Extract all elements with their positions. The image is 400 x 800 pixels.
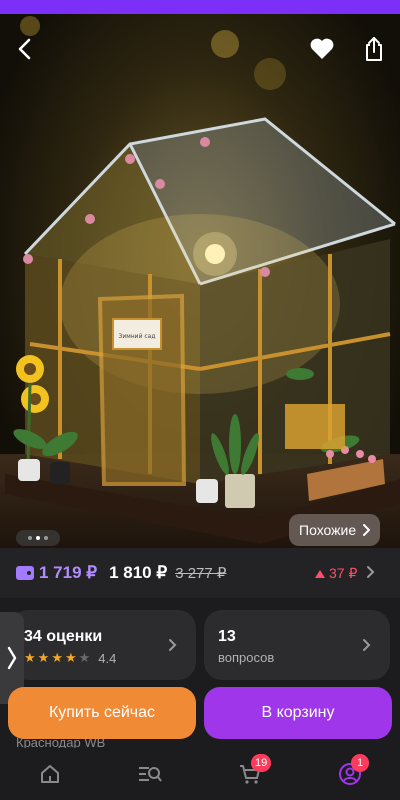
image-pagination[interactable]	[16, 530, 60, 546]
price-change-value: 37 ₽	[329, 565, 358, 581]
status-strip	[0, 0, 400, 14]
chevron-right-icon	[169, 639, 177, 651]
chevron-right-icon	[363, 524, 371, 536]
star-icon: ★	[64, 650, 77, 665]
nav-profile[interactable]: 1	[337, 754, 369, 786]
basket-badge: 19	[251, 754, 272, 772]
price-change: 37 ₽	[315, 565, 357, 582]
chevron-right-icon	[367, 566, 375, 578]
reviews-card[interactable]: 34 оценки ★ ★ ★ ★ ★ 4.4	[10, 610, 196, 680]
star-icon: ★	[37, 650, 50, 665]
price-bar[interactable]: 1 719 ₽ 1 810 ₽ 3 277 ₽ 37 ₽	[0, 548, 400, 598]
profile-badge: 1	[351, 754, 369, 772]
add-to-cart-button[interactable]: В корзину	[204, 687, 392, 739]
svg-text:Зимний сад: Зимний сад	[118, 333, 155, 340]
rating-row: ★ ★ ★ ★ ★ 4.4	[24, 650, 116, 666]
nav-basket[interactable]: 19	[237, 754, 272, 786]
price-up-icon	[315, 569, 325, 578]
buy-now-button[interactable]: Купить сейчас	[8, 687, 196, 739]
old-price: 3 277 ₽	[175, 565, 227, 582]
similar-label: Похожие	[299, 522, 357, 538]
product-image[interactable]: Зимний сад Похожие	[0, 14, 400, 548]
greenhouse-illustration: Зимний сад	[5, 16, 400, 544]
nav-catalog[interactable]	[137, 762, 163, 786]
star-icon: ★	[51, 650, 63, 665]
pagination-dot	[28, 536, 32, 540]
reviews-count: 34 оценки	[24, 628, 103, 645]
catalog-search-icon	[139, 767, 162, 782]
chevron-right-icon	[7, 646, 17, 670]
star-empty-icon: ★	[78, 650, 91, 665]
questions-card[interactable]: 13 вопросов	[204, 610, 390, 680]
questions-label: вопросов	[218, 650, 275, 665]
pagination-dot-active	[36, 536, 40, 540]
nav-home[interactable]	[37, 762, 63, 786]
heart-icon	[310, 38, 334, 59]
questions-count: 13	[218, 628, 236, 645]
share-button[interactable]	[357, 32, 391, 66]
share-icon	[366, 37, 382, 61]
favorite-button[interactable]	[305, 32, 339, 66]
back-button[interactable]	[8, 32, 42, 66]
similar-products-button[interactable]: Похожие	[289, 514, 381, 546]
current-price: 1 810 ₽	[109, 563, 168, 582]
wallet-icon	[16, 566, 34, 580]
bottom-navigation: 19 1	[0, 748, 400, 800]
rating-value: 4.4	[98, 650, 117, 666]
back-icon	[18, 38, 31, 60]
star-icon: ★	[24, 650, 36, 665]
pagination-dot	[44, 536, 48, 540]
chevron-right-icon	[363, 639, 371, 651]
wallet-price: 1 719 ₽	[39, 563, 98, 582]
home-icon	[41, 765, 59, 783]
